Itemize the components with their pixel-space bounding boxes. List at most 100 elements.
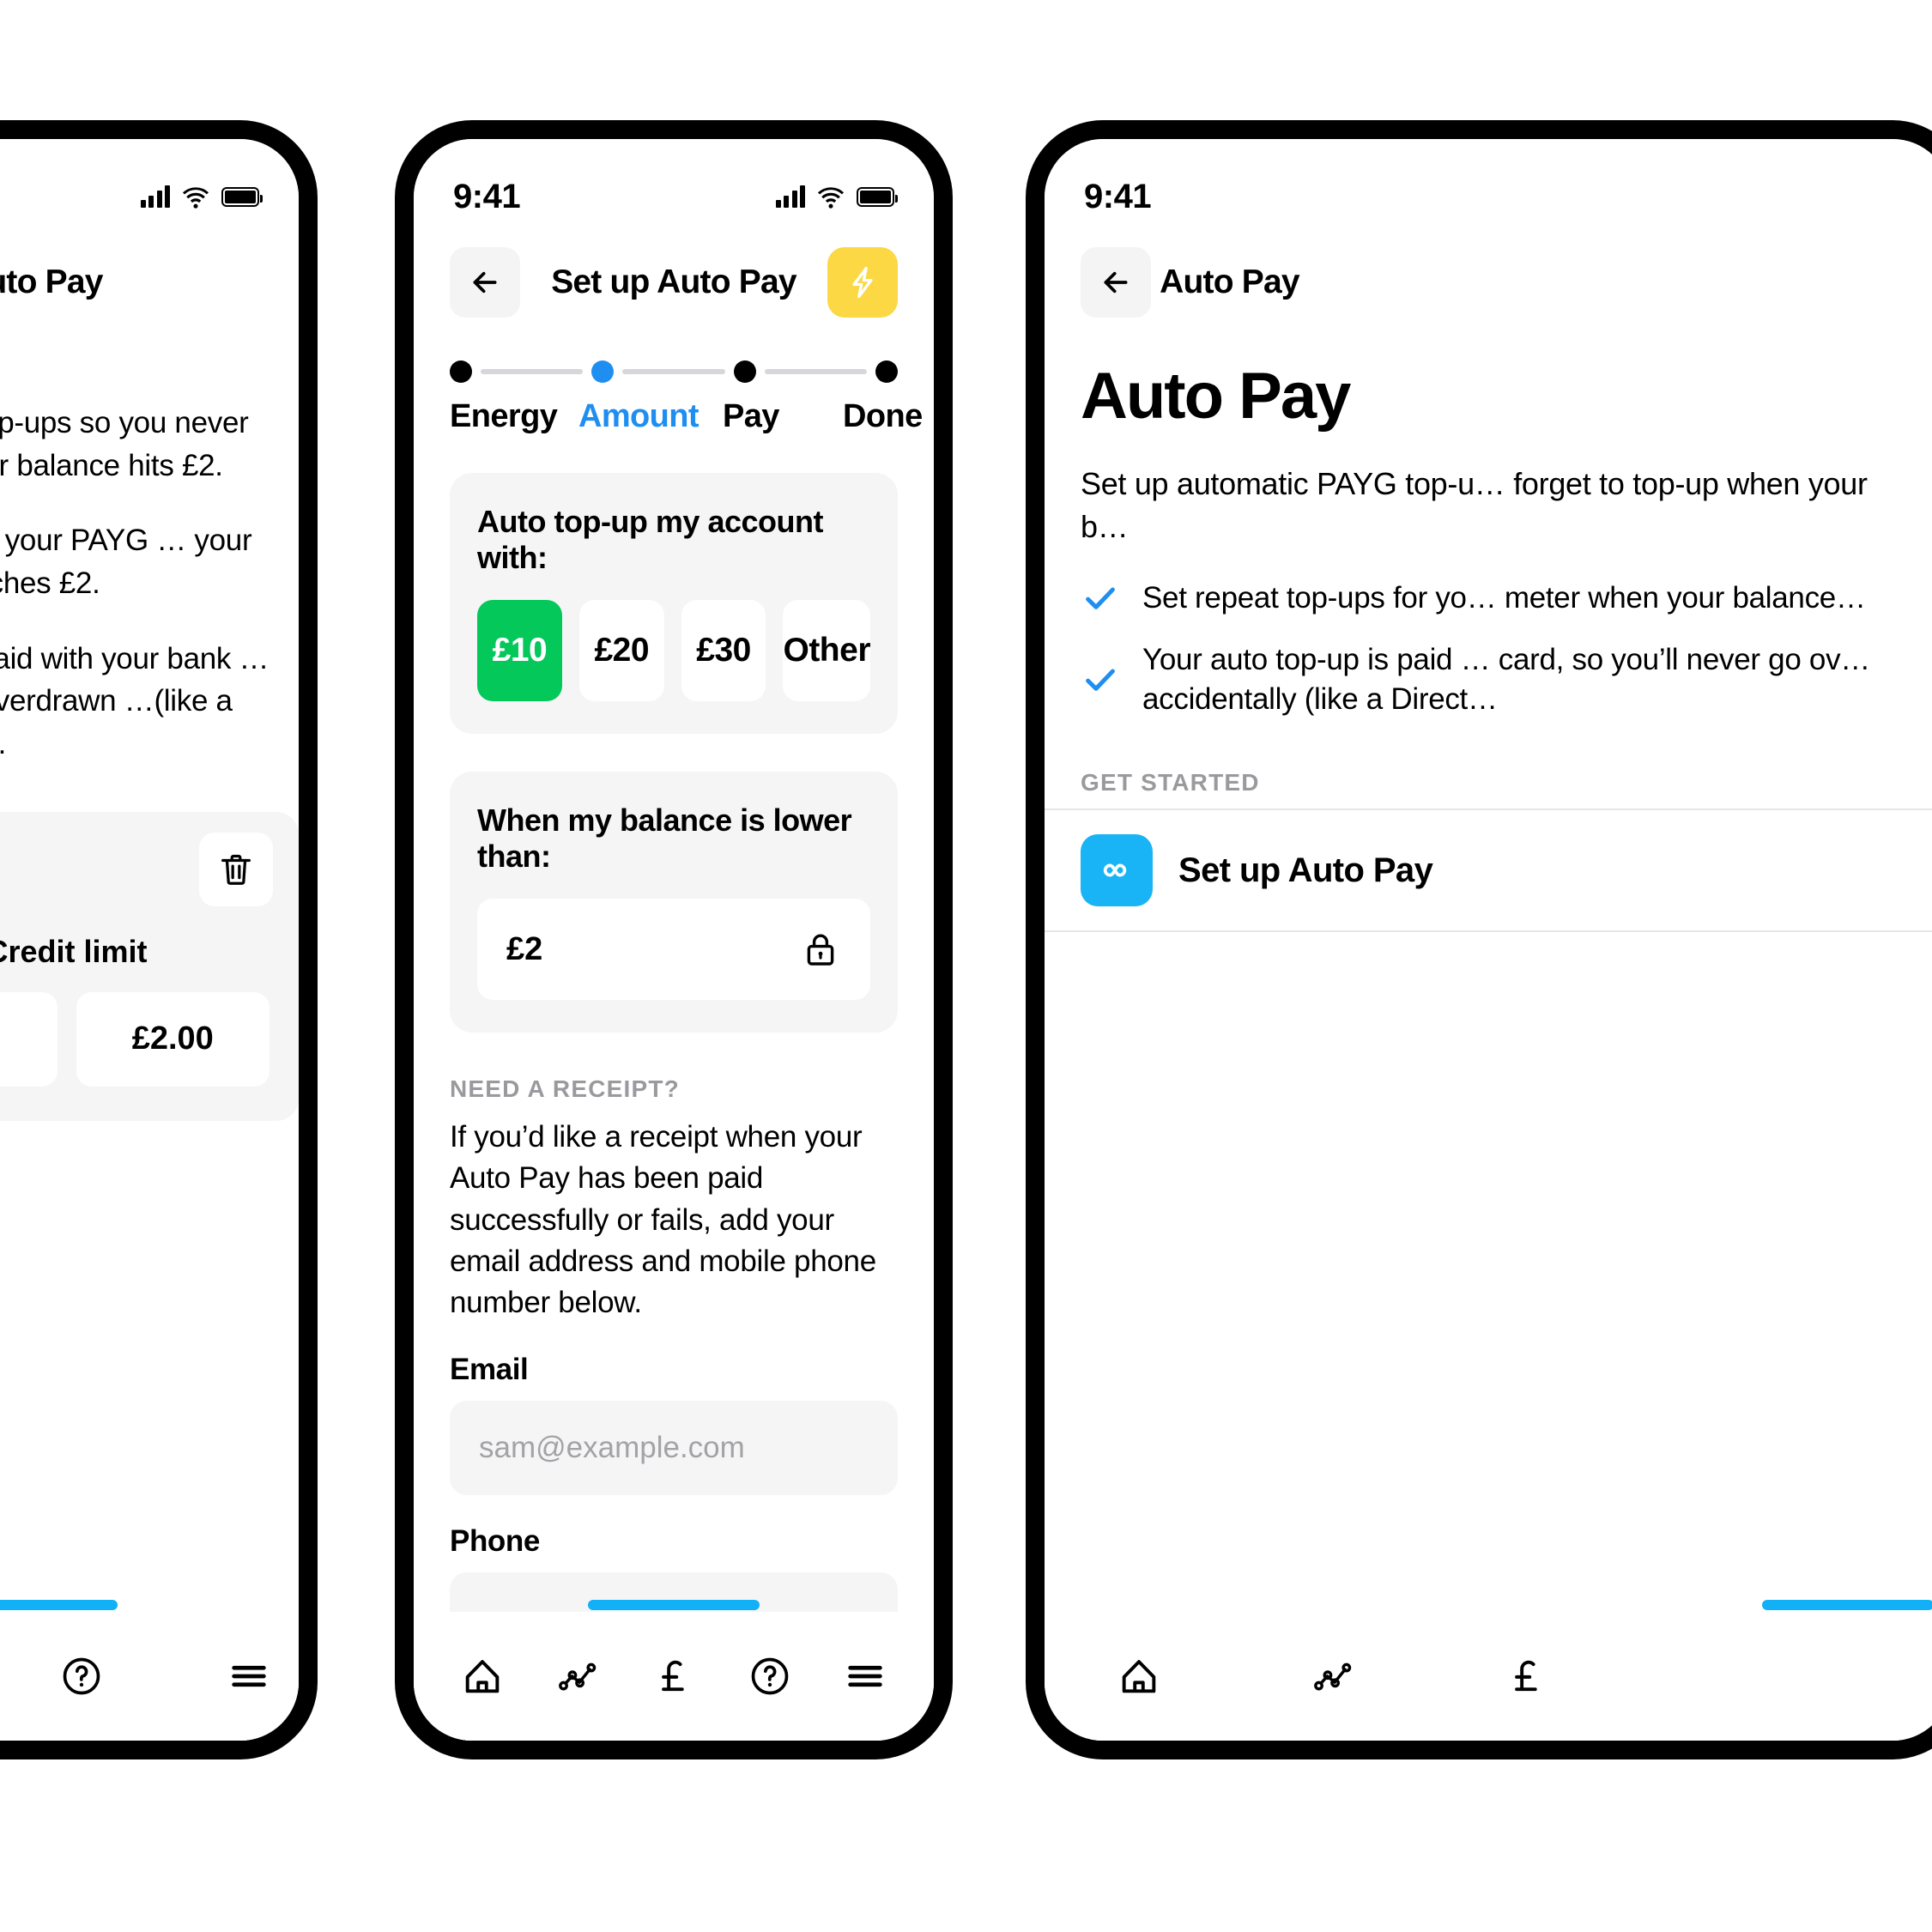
- tab-home-center[interactable]: [439, 1638, 525, 1715]
- question-circle-icon: [64, 1657, 100, 1695]
- step-label-amount: Amount: [578, 398, 700, 434]
- home-indicator-left: [0, 1600, 118, 1610]
- phone-right: 9:41 Auto Pay Auto Pay Set up automatic …: [1026, 120, 1932, 1759]
- question-circle-icon: [751, 1657, 788, 1695]
- credit-limit-values: £2.00: [0, 991, 270, 1087]
- step-dot-energy[interactable]: [450, 360, 472, 383]
- checklist-item: Set repeat top-ups for yo… meter when yo…: [1081, 578, 1915, 618]
- tab-menu-left[interactable]: [220, 1638, 278, 1715]
- back-button[interactable]: [450, 247, 520, 318]
- step-bar-2: [622, 369, 725, 374]
- tab-home-right[interactable]: [1096, 1638, 1182, 1715]
- tab-menu-center[interactable]: [822, 1638, 908, 1715]
- amount-option-30[interactable]: £30: [681, 600, 766, 701]
- nav-bar-center: Set up Auto Pay: [414, 225, 934, 319]
- nav-bar-left: Auto Pay: [0, 225, 299, 319]
- step-label-pay: Pay: [723, 398, 779, 434]
- wifi-icon: [817, 187, 845, 209]
- screen-center: 9:41 Set up Auto Pay Energy Amount Pay D…: [414, 139, 934, 1741]
- status-icons-left: [140, 183, 263, 210]
- step-dot-amount[interactable]: [591, 360, 615, 383]
- balance-threshold-field[interactable]: £2: [477, 899, 870, 1000]
- trash-icon: [221, 854, 251, 885]
- receipt-section: NEED A RECEIPT? If you’d like a receipt …: [414, 1033, 934, 1668]
- home-indicator-right: [1762, 1600, 1932, 1610]
- wifi-icon: [182, 187, 209, 209]
- check-icon: [1086, 587, 1115, 609]
- tab-bar-center: [414, 1612, 934, 1741]
- hamburger-icon: [232, 1665, 266, 1687]
- status-bar-right: 9:41: [1045, 139, 1932, 225]
- tab-pound-right[interactable]: [1484, 1638, 1570, 1715]
- tab-bar-right: [1045, 1612, 1932, 1741]
- page-heading-right: Auto Pay: [1081, 360, 1351, 433]
- home-icon: [1122, 1660, 1156, 1693]
- step-label-energy: Energy: [450, 398, 558, 434]
- screen-left: Auto Pay …c PAYG top-ups so you never … …: [0, 139, 299, 1741]
- screen-right: 9:41 Auto Pay Auto Pay Set up automatic …: [1045, 139, 1932, 1741]
- amount-option-10[interactable]: £10: [477, 600, 562, 701]
- checklist-item: Your auto top-up is paid … card, so you’…: [1081, 640, 1915, 719]
- back-button-right[interactable]: [1081, 247, 1151, 318]
- signal-icon: [140, 185, 170, 208]
- phone-label: Phone: [450, 1524, 540, 1559]
- credit-limit-box-a[interactable]: [0, 991, 58, 1087]
- balance-card-title: When my balance is lower than:: [477, 802, 852, 874]
- list-item-label: Set up Auto Pay: [1178, 851, 1433, 889]
- battery-icon: [857, 186, 898, 207]
- hamburger-icon: [848, 1665, 882, 1687]
- step-dot-pay[interactable]: [733, 360, 756, 383]
- step-bar-3: [764, 369, 867, 374]
- tab-help-left[interactable]: [52, 1638, 111, 1715]
- tab-usage-right[interactable]: [1290, 1638, 1376, 1715]
- email-input[interactable]: sam@example.com: [450, 1401, 898, 1496]
- tab-help-center[interactable]: [727, 1638, 813, 1715]
- quick-action-button[interactable]: [827, 247, 898, 318]
- receipt-eyebrow: NEED A RECEIPT?: [450, 1075, 680, 1102]
- stepper-dots: [450, 360, 898, 383]
- amount-option-other[interactable]: Other: [783, 600, 870, 701]
- status-time-center: 9:41: [453, 177, 521, 215]
- progress-stepper: Energy Amount Pay Done: [414, 319, 934, 435]
- arrow-left-icon: [1104, 271, 1128, 294]
- receipt-body: If you’d like a receipt when your Auto P…: [450, 1120, 876, 1320]
- tab-usage-center[interactable]: [535, 1638, 621, 1715]
- balance-threshold-value: £2: [506, 930, 543, 967]
- infinity-badge: [1081, 834, 1153, 907]
- step-dot-done[interactable]: [875, 360, 898, 383]
- delete-button[interactable]: [199, 832, 273, 906]
- tab-bar-left: [0, 1612, 299, 1741]
- signal-icon: [775, 185, 805, 208]
- checklist-item-text: Your auto top-up is paid … card, so you’…: [1142, 642, 1870, 717]
- home-indicator-center: [588, 1600, 760, 1610]
- left-paragraph-1: …c PAYG top-ups so you never … when your…: [0, 406, 249, 482]
- stepper-labels: Energy Amount Pay Done: [450, 398, 923, 435]
- pound-icon: [1515, 1660, 1537, 1692]
- intro-paragraph-right: Set up automatic PAYG top-u… forget to t…: [1081, 466, 1868, 545]
- chart-line-icon: [559, 1662, 597, 1691]
- chart-line-icon: [1314, 1662, 1352, 1691]
- step-label-done: Done: [843, 398, 923, 434]
- credit-limit-value[interactable]: £2.00: [76, 991, 270, 1087]
- status-bar-center: 9:41: [414, 139, 934, 225]
- checklist-item-text: Set repeat top-ups for yo… meter when yo…: [1142, 580, 1866, 615]
- home-icon: [465, 1660, 500, 1693]
- topup-amount-card: Auto top-up my account with: £10 £20 £30…: [450, 473, 898, 734]
- left-paragraph-2: …op-ups for your PAYG … your balance rea…: [0, 524, 252, 601]
- topup-card-title: Auto top-up my account with:: [477, 504, 823, 575]
- amount-options: £10 £20 £30 Other: [477, 600, 870, 701]
- arrow-left-icon: [473, 271, 497, 294]
- status-time-right: 9:41: [1084, 177, 1152, 215]
- amount-option-20[interactable]: £20: [578, 600, 664, 701]
- nav-bar-right: Auto Pay: [1045, 225, 1932, 319]
- credit-limit-label: Credit limit: [0, 933, 148, 969]
- phone-left: Auto Pay …c PAYG top-ups so you never … …: [0, 120, 318, 1759]
- phone-center: 9:41 Set up Auto Pay Energy Amount Pay D…: [395, 120, 953, 1759]
- battery-icon: [221, 186, 263, 207]
- infinity-icon: [1103, 863, 1127, 877]
- step-bar-1: [481, 369, 584, 374]
- benefits-checklist: Set repeat top-ups for yo… meter when yo…: [1045, 549, 1932, 720]
- list-item-setup-auto-pay[interactable]: Set up Auto Pay: [1045, 809, 1932, 933]
- lock-icon: [807, 934, 834, 966]
- tab-pound-center[interactable]: [631, 1638, 717, 1715]
